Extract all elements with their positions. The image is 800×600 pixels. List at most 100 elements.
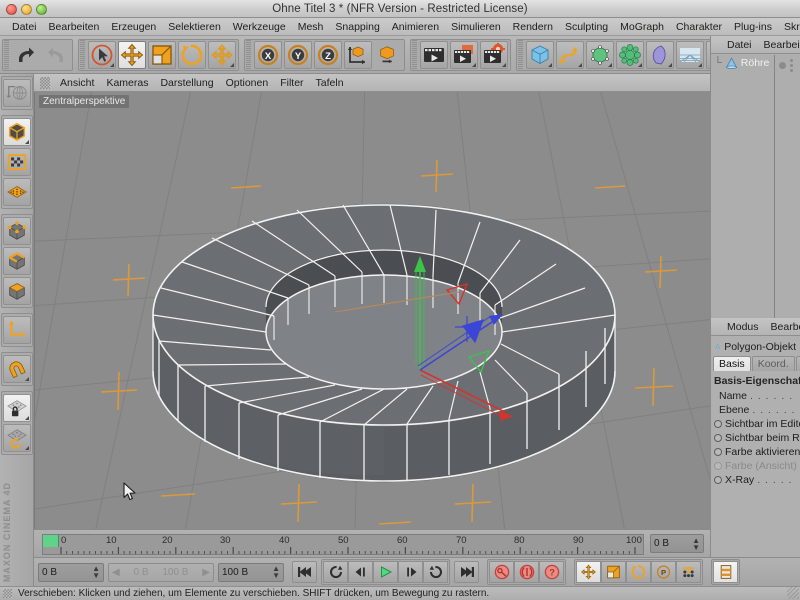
timeline-track[interactable]: 0 10 20 30 40 50 60 70 80 90 100 bbox=[42, 534, 644, 555]
stepper-icon[interactable]: ▲▼ bbox=[692, 537, 700, 551]
lock-z-axis-button[interactable]: Z bbox=[314, 41, 342, 69]
step-back-button[interactable] bbox=[348, 561, 373, 583]
tab-phong[interactable]: Pho bbox=[796, 356, 800, 371]
magnet-button[interactable] bbox=[3, 355, 31, 383]
tab-koord[interactable]: Koord. bbox=[752, 356, 795, 371]
toolbar-grip[interactable] bbox=[4, 40, 9, 70]
object-manager-menu-datei[interactable]: Datei bbox=[721, 37, 758, 53]
move-alt-tool-button[interactable] bbox=[208, 41, 236, 69]
menu-erzeugen[interactable]: Erzeugen bbox=[105, 19, 162, 35]
viewport-menu-optionen[interactable]: Optionen bbox=[220, 75, 275, 91]
record-rotation-button[interactable] bbox=[626, 561, 651, 583]
menu-charakter[interactable]: Charakter bbox=[670, 19, 728, 35]
add-nurbs-button[interactable] bbox=[586, 41, 614, 69]
lock-y-axis-button[interactable]: Y bbox=[284, 41, 312, 69]
toolbar-grip[interactable] bbox=[518, 40, 523, 70]
menu-werkzeuge[interactable]: Werkzeuge bbox=[227, 19, 292, 35]
object-manager-menu-bearbeiten[interactable]: Bearbeit bbox=[758, 37, 800, 53]
menu-mesh[interactable]: Mesh bbox=[292, 19, 330, 35]
points-mode-button[interactable] bbox=[3, 217, 31, 245]
menu-snapping[interactable]: Snapping bbox=[329, 19, 385, 35]
loop-button[interactable] bbox=[423, 561, 448, 583]
visibility-dot-icon[interactable] bbox=[779, 62, 786, 69]
workplane-mode-button[interactable] bbox=[3, 178, 31, 206]
attr-row-farbe-aktivieren[interactable]: Farbe aktivieren . bbox=[711, 445, 800, 459]
menu-animieren[interactable]: Animieren bbox=[386, 19, 445, 35]
range-left-arrow-icon[interactable]: ◀ bbox=[112, 567, 120, 578]
step-forward-button[interactable] bbox=[398, 561, 423, 583]
attribute-menu-modus[interactable]: Modus bbox=[721, 319, 765, 335]
play-button[interactable] bbox=[373, 561, 398, 583]
timeline-button[interactable] bbox=[713, 561, 738, 583]
axis-mode-button[interactable] bbox=[3, 316, 31, 344]
texture-mode-button[interactable] bbox=[3, 148, 31, 176]
go-to-end-button[interactable] bbox=[454, 561, 479, 583]
scale-tool-button[interactable] bbox=[148, 41, 176, 69]
viewport-grip[interactable] bbox=[40, 77, 50, 89]
preview-range-field[interactable]: ◀ 0 B 100 B ▶ bbox=[108, 563, 214, 582]
viewport-menu-kameras[interactable]: Kameras bbox=[100, 75, 154, 91]
toolbar-grip[interactable] bbox=[80, 40, 85, 70]
record-pla-button[interactable]: P bbox=[651, 561, 676, 583]
move-tool-button[interactable] bbox=[118, 41, 146, 69]
render-region-button[interactable] bbox=[450, 41, 478, 69]
render-settings-button[interactable] bbox=[480, 41, 508, 69]
viewport-menu-tafeln[interactable]: Tafeln bbox=[310, 75, 350, 91]
undo-button[interactable] bbox=[12, 41, 40, 69]
add-deformer-button[interactable] bbox=[646, 41, 674, 69]
add-environment-button[interactable] bbox=[676, 41, 704, 69]
viewport-menu-darstellung[interactable]: Darstellung bbox=[154, 75, 219, 91]
menu-bearbeiten[interactable]: Bearbeiten bbox=[43, 19, 106, 35]
record-key-button[interactable] bbox=[489, 561, 514, 583]
start-frame-field[interactable]: 0 B ▲▼ bbox=[38, 563, 104, 582]
menu-skript[interactable]: Skript bbox=[778, 19, 800, 35]
workplane-rotate-button[interactable] bbox=[3, 424, 31, 452]
attribute-menu-bearbeiten[interactable]: Bearbe bbox=[765, 319, 800, 335]
world-coordinate-button[interactable] bbox=[374, 41, 402, 69]
viewport-menu-filter[interactable]: Filter bbox=[274, 75, 309, 91]
record-position-button[interactable] bbox=[576, 561, 601, 583]
redo-button[interactable] bbox=[42, 41, 70, 69]
attr-row-name[interactable]: Name . . . . . . . . . . bbox=[711, 389, 800, 403]
play-backwards-button[interactable] bbox=[323, 561, 348, 583]
lock-x-axis-button[interactable]: X bbox=[254, 41, 282, 69]
menu-sculpting[interactable]: Sculpting bbox=[559, 19, 614, 35]
tab-basis[interactable]: Basis bbox=[713, 356, 751, 371]
toolbar-grip[interactable] bbox=[412, 40, 417, 70]
rotate-tool-button[interactable] bbox=[178, 41, 206, 69]
go-to-start-button[interactable] bbox=[292, 561, 317, 583]
radio-xray[interactable] bbox=[714, 476, 722, 484]
add-mograph-button[interactable] bbox=[616, 41, 644, 69]
menu-mograph[interactable]: MoGraph bbox=[614, 19, 670, 35]
radio-sichtbar-editor[interactable] bbox=[714, 420, 722, 428]
render-view-button[interactable] bbox=[420, 41, 448, 69]
keyframe-help-button[interactable]: ? bbox=[539, 561, 564, 583]
status-grip[interactable] bbox=[3, 589, 12, 598]
window-resize-grip[interactable] bbox=[787, 587, 799, 599]
object-manager-body[interactable]: └ Röhre bbox=[711, 55, 800, 318]
menu-simulieren[interactable]: Simulieren bbox=[445, 19, 507, 35]
attr-row-ebene[interactable]: Ebene . . . . . . . . . . bbox=[711, 403, 800, 417]
world-axis-icon-button[interactable] bbox=[3, 79, 31, 107]
polygons-mode-button[interactable] bbox=[3, 277, 31, 305]
model-mode-button[interactable] bbox=[3, 118, 31, 146]
add-cube-button[interactable] bbox=[526, 41, 554, 69]
timeline-frame-field[interactable]: 0 B ▲▼ bbox=[650, 534, 704, 553]
autokey-button[interactable] bbox=[514, 561, 539, 583]
lock-workplane-button[interactable] bbox=[3, 394, 31, 422]
record-parameter-button[interactable] bbox=[676, 561, 701, 583]
viewport-menu-ansicht[interactable]: Ansicht bbox=[54, 75, 100, 91]
edges-mode-button[interactable] bbox=[3, 247, 31, 275]
radio-sichtbar-rendern[interactable] bbox=[714, 434, 722, 442]
menu-plugins[interactable]: Plug-ins bbox=[728, 19, 778, 35]
toolbar-grip[interactable] bbox=[246, 40, 251, 70]
end-frame-field[interactable]: 100 B ▲▼ bbox=[218, 563, 284, 582]
radio-farbe-aktivieren[interactable] bbox=[714, 448, 722, 456]
stepper-icon[interactable]: ▲▼ bbox=[92, 565, 100, 579]
menu-selektieren[interactable]: Selektieren bbox=[162, 19, 227, 35]
stepper-icon[interactable]: ▲▼ bbox=[272, 565, 280, 579]
attr-row-sichtbar-rendern[interactable]: Sichtbar beim Ren bbox=[711, 431, 800, 445]
menu-rendern[interactable]: Rendern bbox=[507, 19, 559, 35]
select-tool-button[interactable] bbox=[88, 41, 116, 69]
menu-datei[interactable]: Datei bbox=[6, 19, 43, 35]
